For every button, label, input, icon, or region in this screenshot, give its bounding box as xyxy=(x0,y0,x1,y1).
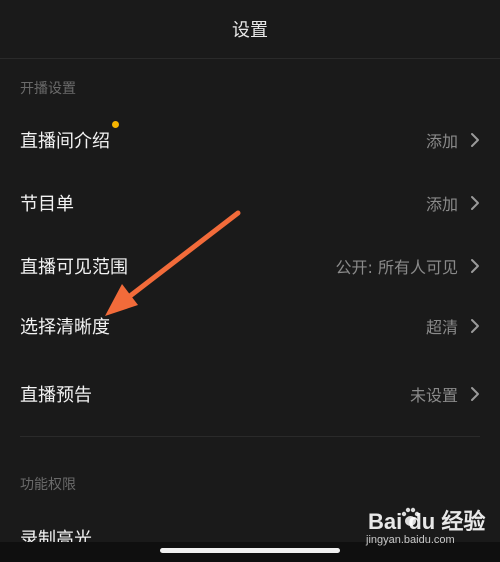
row-value: 添加 xyxy=(425,195,458,214)
row-value: 公开: 所有人可见 xyxy=(335,258,458,277)
nav-header: 设置 xyxy=(0,0,500,59)
home-indicator[interactable] xyxy=(160,548,340,553)
row-label: 节目单 xyxy=(20,194,74,215)
row-value: 未设置 xyxy=(409,386,458,405)
watermark-url: jingyan.baidu.com xyxy=(366,534,455,546)
row-value: 添加 xyxy=(425,132,458,151)
page-title: 设置 xyxy=(232,20,268,41)
section-label-broadcast: 开播设置 xyxy=(20,81,76,97)
row-value: 超清 xyxy=(425,318,458,337)
row-live-intro[interactable]: 直播间介绍 添加 xyxy=(0,112,500,168)
chevron-right-icon xyxy=(471,387,479,401)
row-label: 直播可见范围 xyxy=(20,257,128,278)
row-label: 选择清晰度 xyxy=(20,317,110,338)
row-visibility[interactable]: 直播可见范围 公开: 所有人可见 xyxy=(0,238,500,294)
paw-logo-icon xyxy=(401,507,420,526)
watermark-brand: Bai du 经验 xyxy=(368,509,486,534)
row-program-list[interactable]: 节目单 添加 xyxy=(0,175,500,231)
row-resolution[interactable]: 选择清晰度 超清 xyxy=(0,298,500,354)
chevron-right-icon xyxy=(471,259,479,273)
section-divider xyxy=(20,436,480,437)
settings-screen: 设置 开播设置 直播间介绍 添加 节目单 添加 直播可见范围 公开: 所有人可见… xyxy=(0,0,500,562)
chevron-right-icon xyxy=(471,133,479,147)
section-label-permissions: 功能权限 xyxy=(20,477,76,493)
chevron-right-icon xyxy=(471,319,479,333)
baidu-jingyan-watermark: Bai du 经验 jingyan.baidu.com xyxy=(366,504,486,554)
chevron-right-icon xyxy=(471,196,479,210)
row-label: 直播预告 xyxy=(20,385,92,406)
new-badge-dot xyxy=(112,121,119,128)
row-label: 直播间介绍 xyxy=(20,131,110,152)
row-live-preview[interactable]: 直播预告 未设置 xyxy=(0,366,500,422)
